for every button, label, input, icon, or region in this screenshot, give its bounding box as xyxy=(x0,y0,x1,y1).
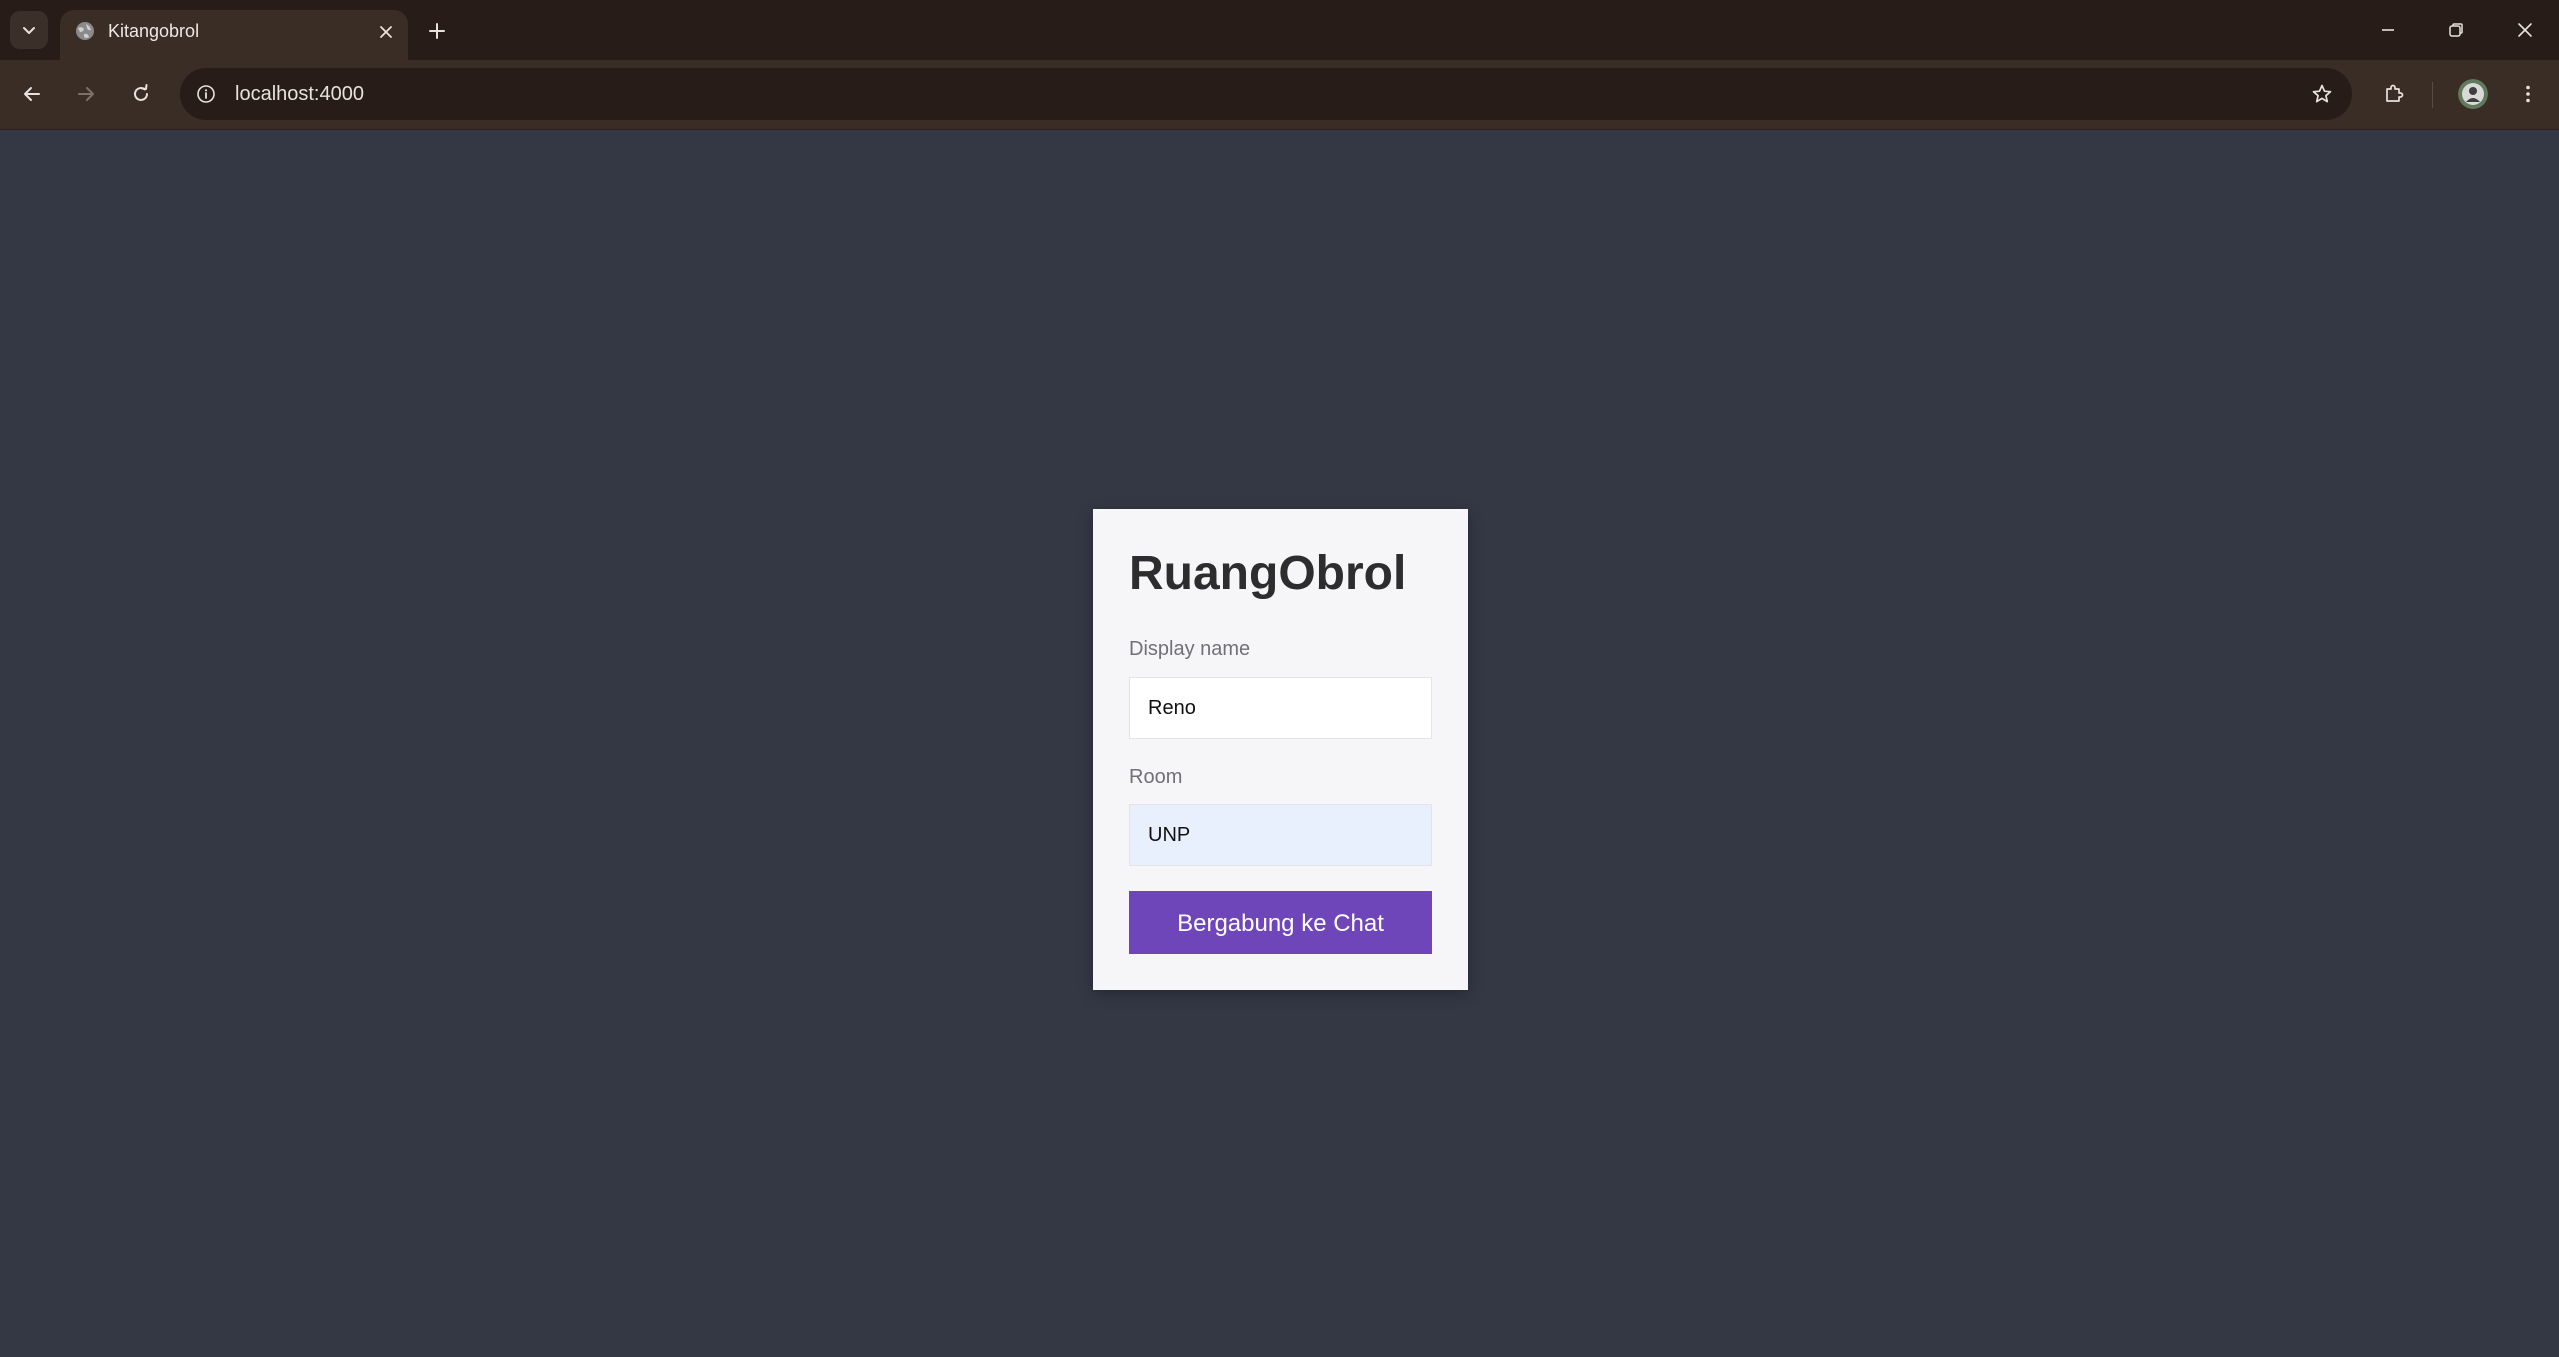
window-minimize-button[interactable] xyxy=(2366,8,2410,52)
profile-avatar[interactable] xyxy=(2458,79,2488,109)
url-text: localhost:4000 xyxy=(235,83,364,105)
reload-button[interactable] xyxy=(121,74,161,114)
bookmark-button[interactable] xyxy=(2308,80,2336,108)
address-bar[interactable]: localhost:4000 xyxy=(180,68,2352,120)
tab-close-button[interactable] xyxy=(372,18,400,46)
browser-toolbar: localhost:4000 xyxy=(0,60,2559,130)
plus-icon xyxy=(429,23,445,39)
window-restore-button[interactable] xyxy=(2434,8,2478,52)
reload-icon xyxy=(134,84,148,101)
extensions-button[interactable] xyxy=(2374,74,2414,114)
back-button[interactable] xyxy=(12,74,52,114)
room-label: Room xyxy=(1129,766,1183,788)
puzzle-icon xyxy=(2386,84,2404,102)
display-name-label: Display name xyxy=(1129,638,1251,660)
browser-tab-bar: Kitangobrol xyxy=(0,0,2559,62)
avatar xyxy=(2458,79,2488,109)
arrow-left-icon xyxy=(24,87,40,101)
arrow-right-icon xyxy=(78,87,94,101)
close-icon xyxy=(380,26,392,38)
info-icon xyxy=(197,85,215,103)
room-input[interactable] xyxy=(1129,804,1432,866)
window-close-button[interactable] xyxy=(2503,8,2547,52)
display-name-input[interactable] xyxy=(1129,677,1432,739)
login-card: RuangObrol Display name Room Bergabung k… xyxy=(1093,509,1468,990)
kebab-menu-icon xyxy=(2526,85,2530,103)
tab-title: Kitangobrol xyxy=(108,21,200,41)
toolbar-separator xyxy=(2432,82,2433,108)
site-info-button[interactable] xyxy=(192,80,220,108)
forward-button[interactable] xyxy=(66,74,106,114)
star-icon xyxy=(2312,84,2332,103)
tab-search-button[interactable] xyxy=(10,11,48,49)
app-title: RuangObrol xyxy=(1129,547,1407,600)
globe-icon xyxy=(76,22,94,40)
restore-icon xyxy=(2449,23,2463,37)
new-tab-button[interactable] xyxy=(420,14,454,48)
browser-menu-button[interactable] xyxy=(2508,74,2548,114)
minimize-icon xyxy=(2382,29,2394,31)
close-icon xyxy=(2518,23,2532,37)
join-chat-button[interactable]: Bergabung ke Chat xyxy=(1129,891,1432,954)
browser-tab-active[interactable]: Kitangobrol xyxy=(60,10,408,62)
chevron-down-icon xyxy=(23,27,35,34)
